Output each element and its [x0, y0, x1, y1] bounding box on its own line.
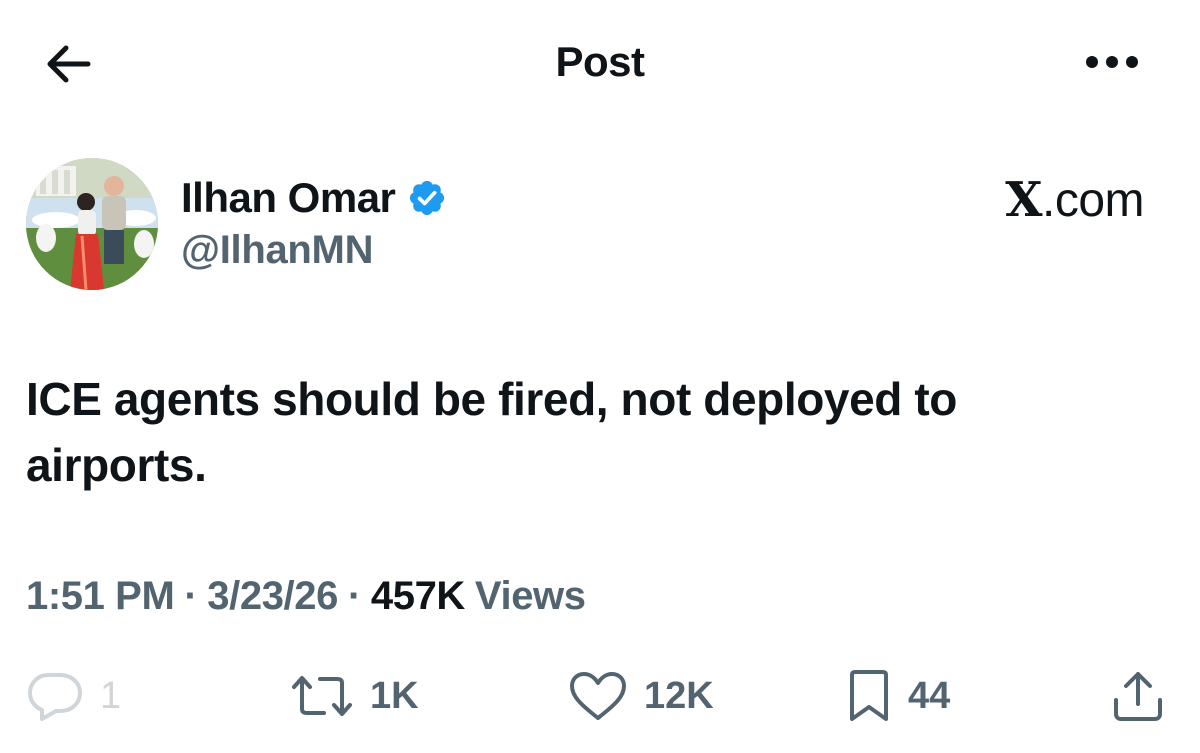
post-text: ICE agents should be fired, not deployed…: [26, 373, 957, 491]
post-time: 1:51 PM: [26, 574, 175, 618]
post-meta: 1:51 PM · 3/23/26 · 457K Views: [26, 574, 586, 619]
share-button[interactable]: [1110, 660, 1166, 732]
repost-count: 1K: [370, 674, 419, 717]
repost-icon: [292, 676, 352, 716]
action-bar: 1 1K 12K 44: [0, 660, 1200, 732]
meta-separator: ·: [184, 574, 198, 618]
post-page: Post Ilhan Omar @IlhanMN X.com ICE agent…: [0, 0, 1200, 753]
reply-count: 1: [100, 674, 122, 717]
author-handle[interactable]: @IlhanMN: [181, 228, 373, 273]
reply-button[interactable]: 1: [26, 660, 121, 732]
author-name-row[interactable]: Ilhan Omar: [181, 172, 447, 224]
views-label: Views: [474, 574, 586, 618]
bookmark-count: 44: [908, 674, 951, 717]
avatar-photo: [26, 158, 158, 290]
bookmark-icon: [850, 670, 888, 721]
watermark-domain: .com: [1041, 174, 1145, 227]
x-com-watermark: X.com: [1005, 172, 1144, 228]
like-count: 12K: [644, 674, 714, 717]
page-title: Post: [555, 38, 645, 85]
more-options-button[interactable]: [1080, 44, 1144, 80]
meta-separator: ·: [347, 574, 361, 618]
bookmark-button[interactable]: 44: [846, 660, 950, 732]
heart-icon: [570, 672, 626, 720]
views-count: 457K: [370, 574, 465, 618]
more-dots-icon: [1086, 56, 1138, 68]
author-display-name[interactable]: Ilhan Omar: [181, 174, 396, 222]
share-icon: [1114, 672, 1162, 721]
verified-badge-icon: [407, 178, 447, 218]
reply-bubble-icon: [28, 673, 82, 721]
post-date: 3/23/26: [207, 574, 338, 618]
avatar[interactable]: [26, 158, 158, 290]
like-button[interactable]: 12K: [568, 660, 714, 732]
repost-button[interactable]: 1K: [290, 660, 419, 732]
x-logo-text: X: [1005, 172, 1042, 228]
